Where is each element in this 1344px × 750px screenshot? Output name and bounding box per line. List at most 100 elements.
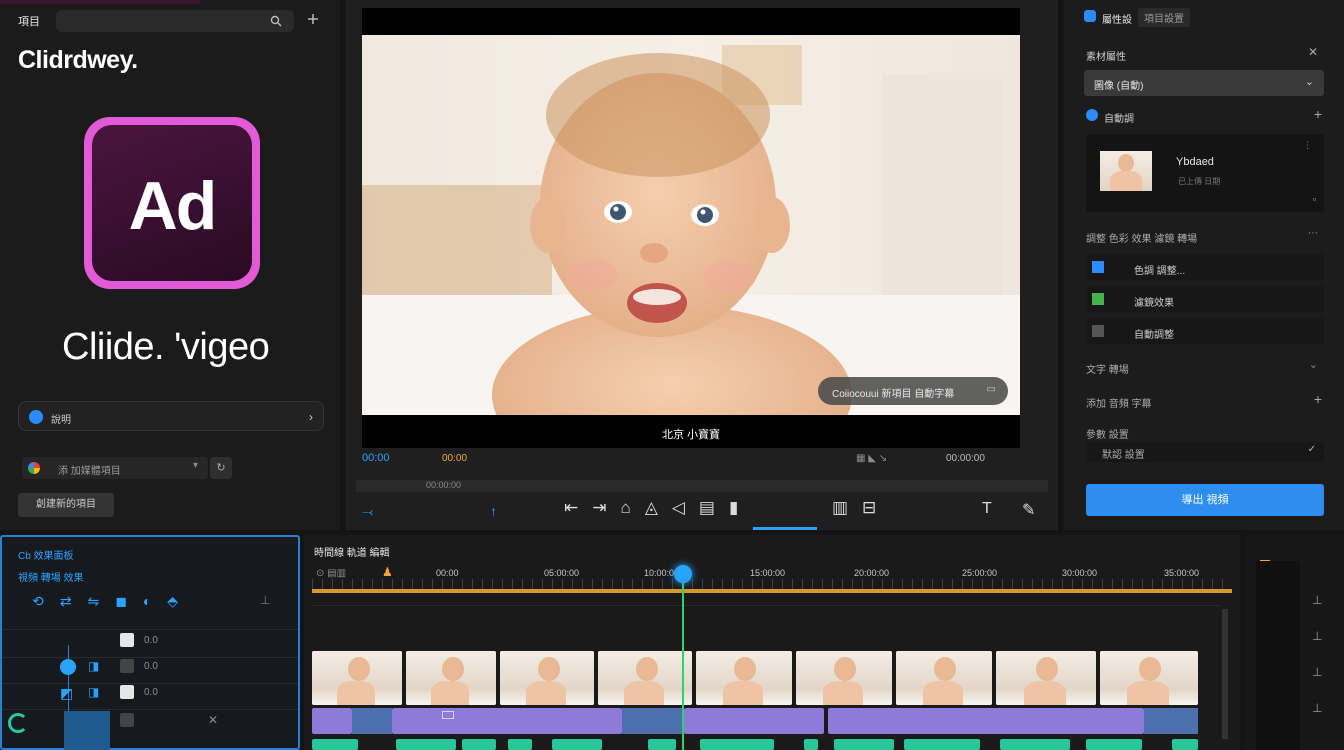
audio-clip[interactable] [648, 739, 676, 750]
audio-clip[interactable] [312, 739, 358, 750]
video-clip-thumbnail[interactable] [598, 651, 692, 705]
app-title: Cliide. 'vigeo [62, 326, 270, 368]
add-icon[interactable] [306, 12, 320, 31]
work-area-bar[interactable] [312, 589, 1232, 593]
effect-clip[interactable] [622, 708, 684, 734]
default-field[interactable]: 默認 設置 ✓ [1086, 442, 1324, 462]
default-field-label: 默認 設置 [1102, 450, 1145, 461]
audio-meter [1256, 561, 1300, 750]
playhead-handle[interactable] [674, 565, 692, 583]
create-project-button[interactable]: 創建新的項目 [18, 493, 114, 517]
meter-control-icon[interactable]: ⊥ [1312, 593, 1322, 607]
link-icon[interactable]: ✕ [208, 713, 218, 727]
media-select[interactable]: 添 加媒體項目 ▾ [22, 457, 208, 479]
section-auto: 自動調 [1104, 114, 1134, 125]
format-dropdown-value: 圖像 (自動) [1094, 81, 1144, 92]
section-audio: 添加 音頻 字幕 [1086, 399, 1152, 410]
mark-in-icon[interactable]: ⤙ [362, 503, 373, 520]
effects-toolbar[interactable]: ⟲⇄⇋◼◐⬘ [32, 593, 194, 610]
keyframe-nav-icon[interactable]: ◨ [88, 685, 99, 699]
audio-clip[interactable] [1172, 739, 1198, 750]
export-controls[interactable]: ▥⊟ [832, 498, 890, 518]
keyframe-icon[interactable]: ◩ [60, 685, 73, 702]
card-menu-icon[interactable]: ⋮ [1303, 140, 1312, 151]
meter-control-icon[interactable]: ⊥ [1312, 629, 1322, 643]
search-input[interactable] [56, 10, 294, 32]
video-clip-thumbnail[interactable] [996, 651, 1096, 705]
param-value: 0.0 [144, 687, 158, 698]
effect-clip[interactable] [828, 708, 1144, 734]
scrub-bar[interactable]: 00:00:00 [356, 480, 1048, 492]
list-item[interactable]: 濾鏡效果 [1086, 286, 1324, 312]
effects-title: Cb 效果面板 [18, 551, 74, 562]
add-icon[interactable]: + [1314, 106, 1322, 122]
audio-clip[interactable] [508, 739, 532, 750]
list-item[interactable]: 色調 調整... [1086, 254, 1324, 280]
marker-icon[interactable]: ♟ [382, 565, 393, 579]
effect-clip[interactable] [1144, 708, 1198, 734]
effect-clip[interactable] [392, 708, 622, 734]
meter-control-icon[interactable]: ⊥ [1312, 701, 1322, 715]
video-clip-thumbnail[interactable] [696, 651, 792, 705]
list-item[interactable]: 自動調整 [1086, 318, 1324, 344]
info-row[interactable]: 說明 › [18, 401, 324, 431]
list-item-label: 自動調整 [1134, 330, 1174, 341]
video-clip-thumbnail[interactable] [796, 651, 892, 705]
pen-tool-icon[interactable]: ✎ [1022, 500, 1035, 520]
text-tool-icon[interactable]: T [982, 500, 992, 518]
audio-clip[interactable] [804, 739, 818, 750]
section-adjust: 調整 色彩 效果 濾鏡 轉場 [1086, 234, 1198, 245]
close-icon[interactable]: ✕ [1308, 45, 1318, 59]
audio-clip[interactable] [396, 739, 456, 750]
chevron-right-icon: › [309, 410, 313, 424]
preview-panel: Coiiocouui 新項目 自動字幕 ▭ 北京 小寶寶 00:00 00:00… [346, 0, 1058, 530]
cursor-icon[interactable]: ↑ [490, 503, 497, 519]
top-accent-bar [0, 0, 200, 4]
effect-clip[interactable] [352, 708, 392, 734]
ruler-label: 05:00:00 [544, 568, 580, 578]
chevron-down-icon: ⌄ [1304, 76, 1314, 88]
export-button[interactable]: 導出 視頻 [1086, 484, 1324, 516]
link-icon[interactable]: ↻ [210, 457, 232, 479]
loop-icon[interactable] [8, 713, 28, 733]
audio-clip[interactable] [904, 739, 980, 750]
selected-clip-block[interactable] [64, 711, 110, 750]
video-clip-thumbnail[interactable] [312, 651, 402, 705]
video-clip-thumbnail[interactable] [1100, 651, 1198, 705]
audio-clip[interactable] [1000, 739, 1070, 750]
app-logo: Ad [84, 117, 260, 289]
meter-control-icon[interactable]: ⊥ [1312, 665, 1322, 679]
tab-project[interactable]: 項目設置 [1138, 8, 1190, 27]
transport-controls[interactable]: ⇤⇥⌂◬◁▤▮ [564, 498, 752, 518]
media-card[interactable]: Ybdaed 已上傳 日期 ⋮ ▫ [1086, 134, 1324, 212]
audio-clip[interactable] [552, 739, 602, 750]
audio-clip[interactable] [462, 739, 496, 750]
chevron-down-icon[interactable]: ⌄ [1309, 358, 1318, 371]
timecode-current: 00:00 [362, 452, 390, 464]
caption-overlay[interactable]: Coiiocouui 新項目 自動字幕 ▭ [818, 377, 1008, 405]
playhead-line[interactable] [682, 570, 684, 750]
audio-meter-panel: ⊥ ⊥ ⊥ ⊥ [1246, 535, 1344, 750]
keyframe-icon[interactable] [60, 659, 76, 675]
audio-clip[interactable] [700, 739, 774, 750]
video-clip-thumbnail[interactable] [406, 651, 496, 705]
expand-icon[interactable]: ▫ [1313, 194, 1316, 204]
video-clip-thumbnail[interactable] [896, 651, 992, 705]
keyframe-nav-icon[interactable]: ◨ [88, 659, 99, 673]
audio-clip[interactable] [1086, 739, 1142, 750]
audio-clip[interactable] [834, 739, 894, 750]
checkmark-icon: ✓ [1307, 444, 1316, 455]
pin-icon[interactable]: ⊥ [260, 593, 270, 607]
timeline-scrollbar[interactable] [1222, 609, 1228, 739]
timecode-marker: 00:00 [442, 453, 468, 464]
param-value: 0.0 [144, 635, 158, 646]
ruler-label: 30:00:00 [1062, 568, 1098, 578]
timeline-zoom-icon[interactable]: ⊙ ▤▥ [316, 568, 346, 579]
section-adjust-menu-icon[interactable]: ⋯ [1308, 228, 1318, 239]
tab-properties[interactable]: 屬性設 [1102, 11, 1132, 26]
video-clip-thumbnail[interactable] [500, 651, 594, 705]
effect-clip[interactable] [312, 708, 352, 734]
add-icon[interactable]: + [1314, 391, 1322, 407]
effect-clip[interactable] [684, 708, 824, 734]
format-dropdown[interactable]: 圖像 (自動) ⌄ [1084, 70, 1324, 96]
